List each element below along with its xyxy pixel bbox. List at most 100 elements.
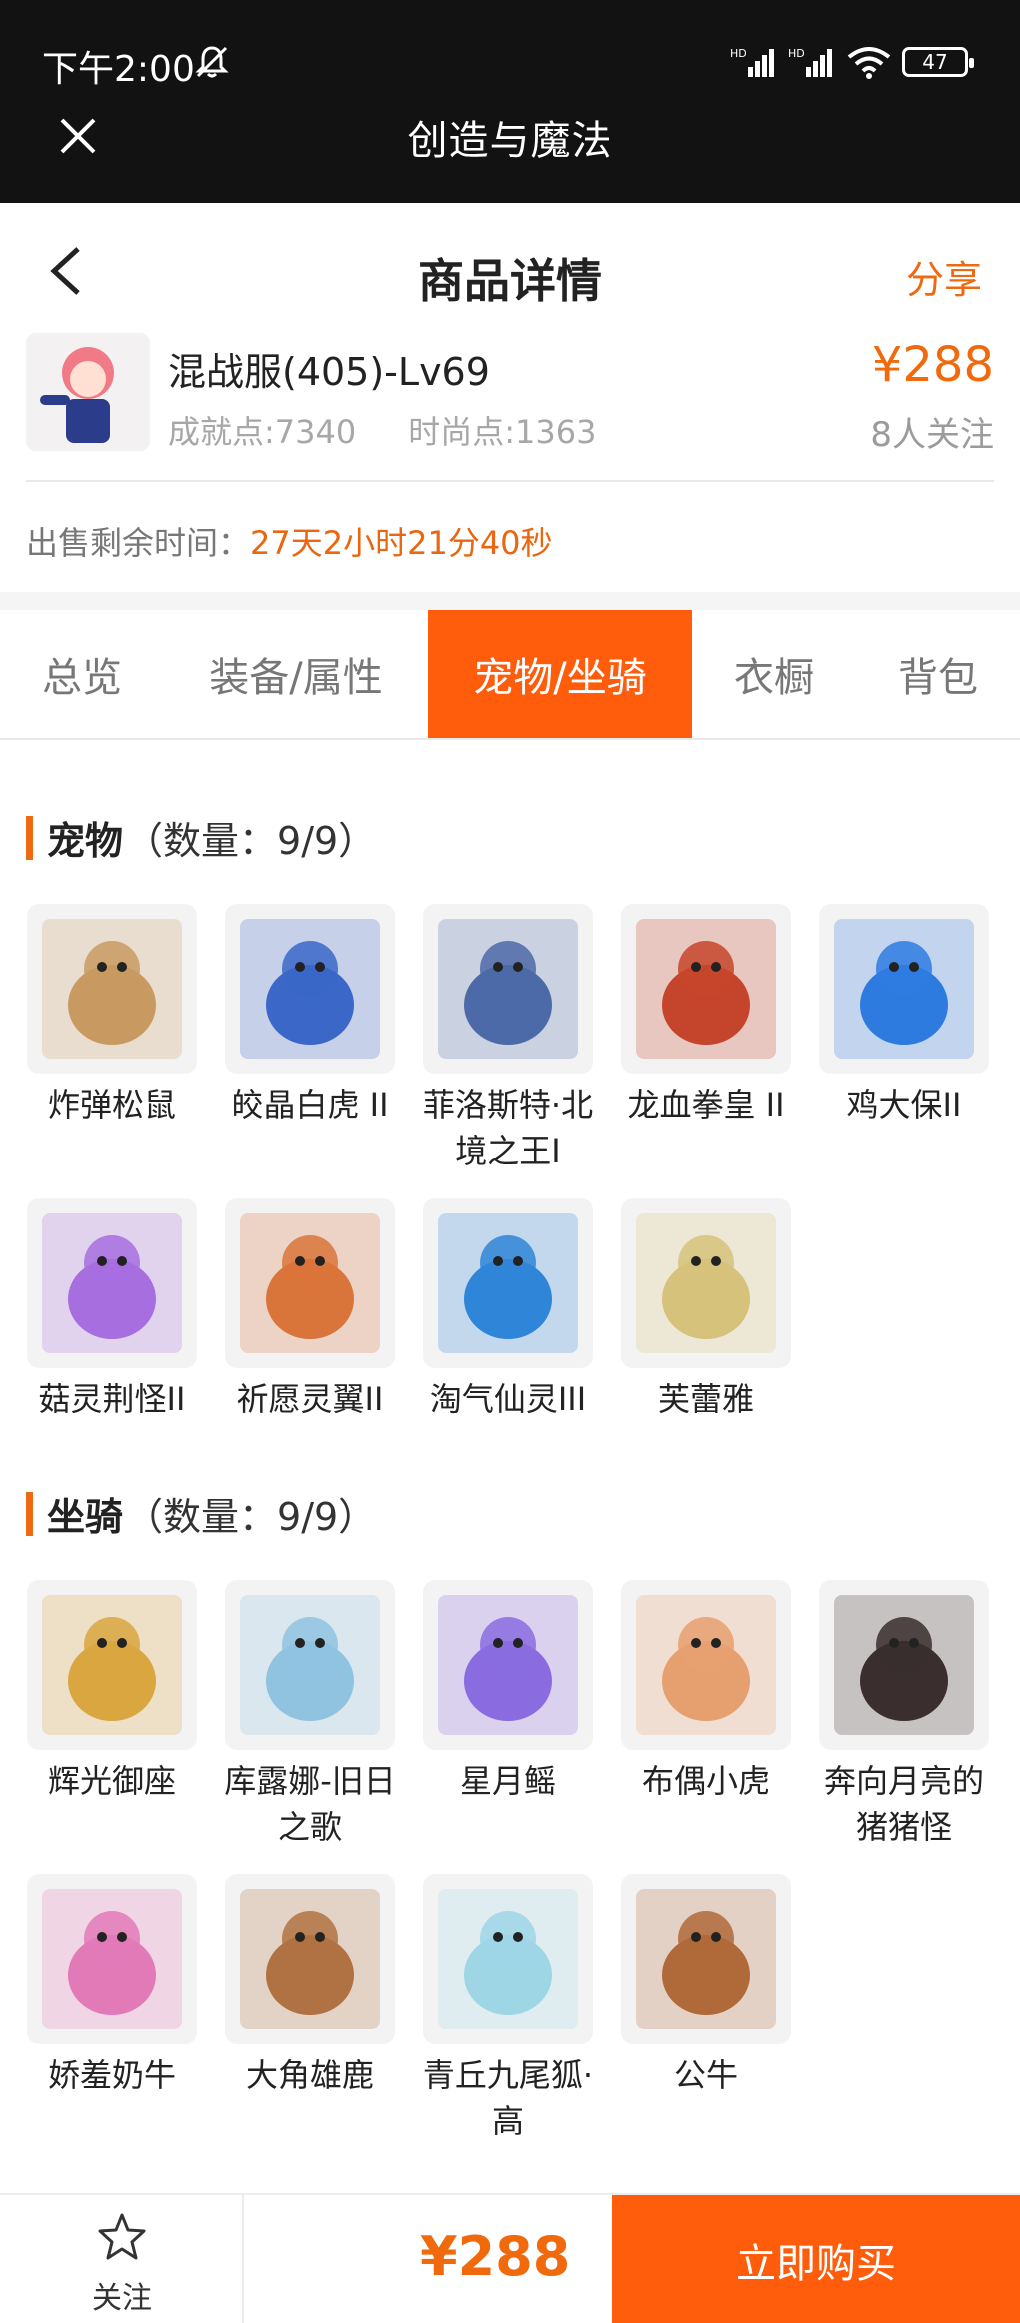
signal-hd-label-2: HD — [788, 47, 805, 60]
pet-item[interactable]: 皎晶白虎 II — [212, 904, 408, 1128]
pet-name: 龙血拳皇 II — [627, 1086, 785, 1124]
mute-bell-icon — [195, 46, 229, 78]
product-avatar[interactable] — [26, 333, 150, 451]
mounts-section-title: 坐骑 （数量：9/9） — [26, 1486, 376, 1541]
pets-title: 宠物 — [47, 819, 124, 863]
mount-name: 星月鳐 — [459, 1762, 556, 1800]
page-header: 商品详情 分享 — [0, 203, 1020, 333]
status-time: 下午2:00 — [42, 49, 195, 90]
pets-section-title: 宠物 （数量：9/9） — [26, 810, 376, 865]
mount-image — [621, 1580, 791, 1750]
product-price: ¥288 — [871, 337, 994, 393]
wifi-icon — [847, 47, 891, 79]
mount-image — [27, 1580, 197, 1750]
buy-now-button[interactable]: 立即购买 — [612, 2195, 1020, 2323]
bottom-bar: 关注 ¥288 立即购买 — [0, 2193, 1020, 2323]
battery-indicator: 47 — [902, 47, 974, 77]
pet-name: 淘气仙灵III — [429, 1380, 587, 1418]
pet-item[interactable]: 芙蕾雅 — [608, 1198, 804, 1422]
pet-image — [423, 1198, 593, 1368]
achievement-points: 成就点:7340 — [168, 413, 357, 451]
pet-name: 祈愿灵翼II — [236, 1380, 384, 1418]
page-title: 商品详情 — [418, 254, 602, 308]
pet-image — [225, 904, 395, 1074]
tab-bar: 总览 装备/属性 宠物/坐骑 衣橱 背包 — [0, 610, 1020, 740]
remaining-time: 出售剩余时间：27天2小时21分40秒 — [26, 518, 553, 564]
pet-name: 芙蕾雅 — [657, 1380, 754, 1418]
mount-image — [225, 1580, 395, 1750]
mount-item[interactable]: 奔向月亮的猪猪怪 — [806, 1580, 1002, 1850]
product-summary: 混战服(405)-Lv69 成就点:7340 时尚点:1363 ¥288 8人关注 — [0, 333, 1020, 483]
pet-item[interactable]: 淘气仙灵III — [410, 1198, 606, 1422]
pet-name: 皎晶白虎 II — [231, 1086, 389, 1124]
tab-backpack[interactable]: 背包 — [856, 610, 1020, 738]
product-stats: 成就点:7340 时尚点:1363 — [168, 407, 596, 453]
tab-wardrobe[interactable]: 衣橱 — [692, 610, 856, 738]
mount-image — [819, 1580, 989, 1750]
pet-image — [27, 1198, 197, 1368]
pet-name: 炸弹松鼠 — [47, 1086, 176, 1124]
mount-name: 公牛 — [673, 2056, 738, 2094]
pet-name: 菲洛斯特·北境之王I — [422, 1086, 594, 1170]
mount-item[interactable]: 娇羞奶牛 — [14, 1874, 210, 2098]
signal-hd-label: HD — [730, 47, 747, 60]
section-marker — [26, 815, 33, 860]
pet-item[interactable]: 炸弹松鼠 — [14, 904, 210, 1128]
follow-button[interactable]: 关注 — [0, 2195, 244, 2323]
mount-item[interactable]: 星月鳐 — [410, 1580, 606, 1804]
mount-image — [423, 1580, 593, 1750]
mount-item[interactable]: 辉光御座 — [14, 1580, 210, 1804]
app-bar: 下午2:00 HD HD 47 创造与魔法 — [0, 0, 1020, 203]
signal-icon-2: HD — [788, 47, 832, 77]
mount-name: 辉光御座 — [47, 1762, 176, 1800]
share-button[interactable]: 分享 — [906, 249, 982, 304]
pet-name: 鸡大保II — [846, 1086, 962, 1124]
mount-item[interactable]: 青丘九尾狐·高 — [410, 1874, 606, 2144]
mount-name: 布偶小虎 — [641, 1762, 770, 1800]
fashion-points: 时尚点:1363 — [408, 413, 597, 451]
mount-item[interactable]: 公牛 — [608, 1874, 804, 2098]
mount-image — [27, 1874, 197, 2044]
pet-name: 菇灵荆怪II — [38, 1380, 186, 1418]
mount-name: 奔向月亮的猪猪怪 — [823, 1762, 984, 1846]
remaining-time-value: 27天2小时21分40秒 — [250, 524, 553, 562]
mounts-count: （数量：9/9） — [125, 1495, 377, 1539]
product-name: 混战服(405)-Lv69 — [168, 350, 490, 394]
mount-image — [423, 1874, 593, 2044]
mount-name: 青丘九尾狐·高 — [422, 2056, 594, 2140]
tab-equipment[interactable]: 装备/属性 — [164, 610, 428, 738]
divider — [26, 480, 994, 482]
section-marker — [26, 1491, 33, 1536]
signal-icon: HD — [730, 47, 774, 77]
tab-overview[interactable]: 总览 — [0, 610, 164, 738]
mount-name: 大角雄鹿 — [245, 2056, 374, 2094]
status-icons: HD HD 47 — [730, 44, 974, 80]
mount-item[interactable]: 大角雄鹿 — [212, 1874, 408, 2098]
mount-image — [621, 1874, 791, 2044]
pet-image — [225, 1198, 395, 1368]
mounts-title: 坐骑 — [47, 1495, 124, 1539]
star-icon — [98, 2213, 146, 2260]
pet-item[interactable]: 菇灵荆怪II — [14, 1198, 210, 1422]
mount-item[interactable]: 库露娜-旧日之歌 — [212, 1580, 408, 1850]
section-gap — [0, 592, 1020, 610]
pet-item[interactable]: 祈愿灵翼II — [212, 1198, 408, 1422]
mount-image — [225, 1874, 395, 2044]
mount-item[interactable]: 布偶小虎 — [608, 1580, 804, 1804]
pet-item[interactable]: 菲洛斯特·北境之王I — [410, 904, 606, 1174]
follow-label: 关注 — [92, 2281, 152, 2316]
follower-count: 8人关注 — [870, 415, 994, 455]
pet-image — [423, 904, 593, 1074]
pet-image — [819, 904, 989, 1074]
mount-name: 库露娜-旧日之歌 — [224, 1762, 396, 1846]
app-title: 创造与魔法 — [407, 118, 613, 164]
remaining-time-label: 出售剩余时间： — [26, 524, 251, 562]
tab-pets-mounts[interactable]: 宠物/坐骑 — [428, 610, 692, 738]
pet-image — [621, 1198, 791, 1368]
pets-count: （数量：9/9） — [125, 819, 377, 863]
pet-item[interactable]: 鸡大保II — [806, 904, 1002, 1128]
pet-item[interactable]: 龙血拳皇 II — [608, 904, 804, 1128]
bottom-price: ¥288 — [420, 2225, 571, 2288]
mount-name: 娇羞奶牛 — [47, 2056, 176, 2094]
pet-image — [621, 904, 791, 1074]
